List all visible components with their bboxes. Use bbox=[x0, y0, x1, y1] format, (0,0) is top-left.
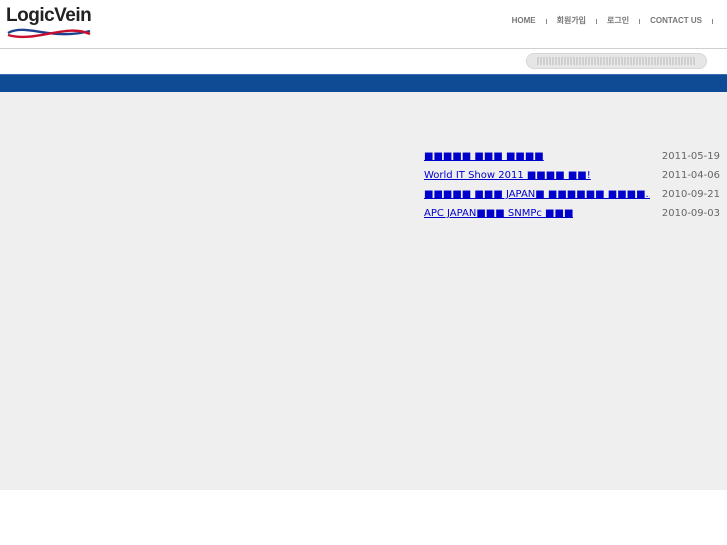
promo-banner-fill bbox=[537, 57, 696, 65]
main-content: ■■■■■ ■■■ ■■■■ 2011-05-19 World IT Show … bbox=[0, 92, 727, 490]
news-item: ■■■■■ ■■■ ■■■■ 2011-05-19 bbox=[424, 147, 720, 166]
logo-text: LogicVein bbox=[6, 5, 92, 26]
logo-swoosh-icon bbox=[7, 28, 91, 39]
nav-separator bbox=[712, 18, 713, 24]
news-title-link[interactable]: World IT Show 2011 ■■■■ ■■! bbox=[424, 169, 591, 182]
header-divider bbox=[0, 48, 727, 49]
logo[interactable]: LogicVein bbox=[6, 5, 92, 41]
news-item: World IT Show 2011 ■■■■ ■■! 2011-04-06 bbox=[424, 166, 720, 185]
news-list: ■■■■■ ■■■ ■■■■ 2011-05-19 World IT Show … bbox=[424, 147, 720, 223]
nav-separator bbox=[639, 18, 641, 24]
news-item: APC JAPAN■■■ SNMPc ■■■ 2010-09-03 bbox=[424, 204, 720, 223]
news-item: ■■■■■ ■■■ JAPAN■ ■■■■■■ ■■■■... 2010-09-… bbox=[424, 185, 720, 204]
nav-separator bbox=[545, 18, 547, 24]
promo-banner[interactable] bbox=[526, 53, 707, 69]
menu-bar-highlight bbox=[0, 74, 727, 75]
main-menu-bar bbox=[0, 74, 727, 92]
top-navigation: HOME 회원가입 로그인 CONTACT US bbox=[512, 15, 723, 27]
news-date: 2010-09-03 bbox=[661, 208, 720, 219]
nav-contact-link[interactable]: CONTACT US bbox=[650, 15, 702, 27]
news-date: 2011-04-06 bbox=[661, 170, 720, 181]
nav-home-link[interactable]: HOME bbox=[512, 15, 536, 27]
nav-login-link[interactable]: 로그인 bbox=[607, 15, 629, 27]
news-date: 2011-05-19 bbox=[661, 151, 720, 162]
footer bbox=[0, 490, 727, 545]
nav-signup-link[interactable]: 회원가입 bbox=[557, 15, 586, 27]
news-title-link[interactable]: APC JAPAN■■■ SNMPc ■■■ bbox=[424, 207, 573, 220]
nav-separator bbox=[596, 18, 598, 24]
news-title-link[interactable]: ■■■■■ ■■■ ■■■■ bbox=[424, 150, 544, 163]
news-title-link[interactable]: ■■■■■ ■■■ JAPAN■ ■■■■■■ ■■■■... bbox=[424, 188, 650, 201]
news-date: 2010-09-21 bbox=[661, 189, 720, 200]
header: LogicVein HOME 회원가입 로그인 CONTACT US bbox=[0, 0, 727, 48]
